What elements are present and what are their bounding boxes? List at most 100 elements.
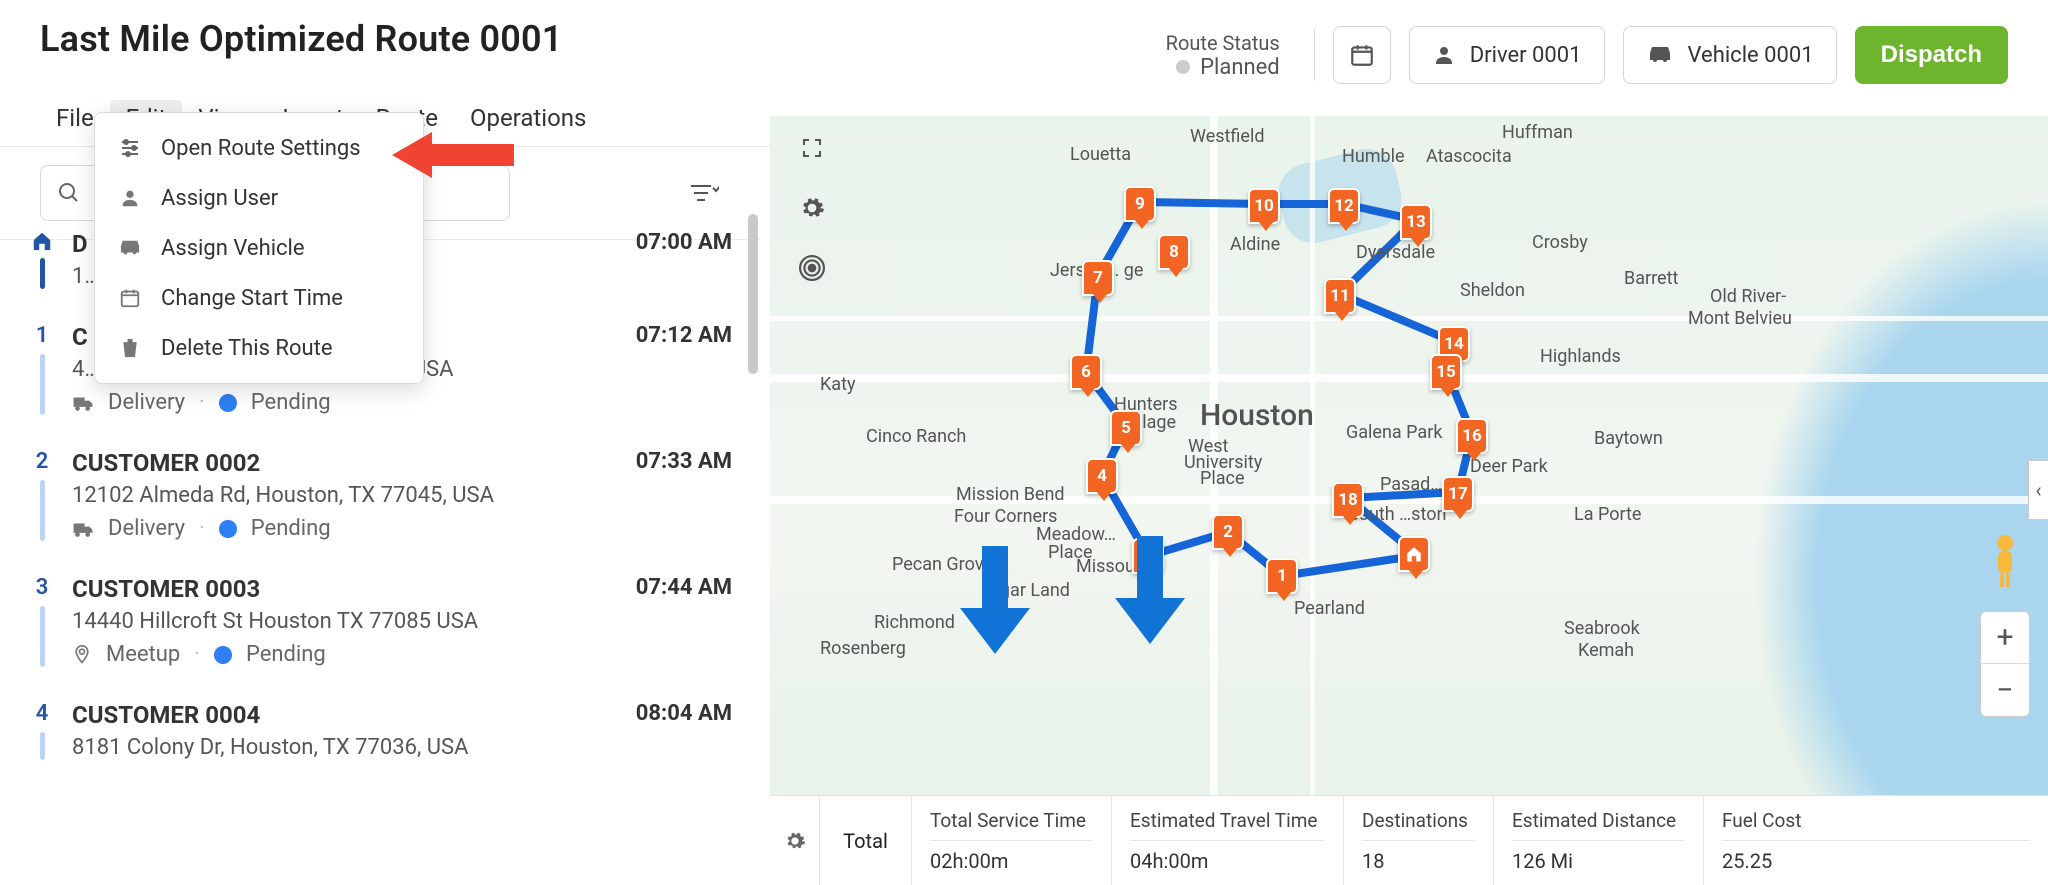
truck-icon (72, 520, 94, 538)
pending-dot-icon (219, 394, 237, 412)
map-marker-8[interactable]: 8 (1158, 234, 1190, 270)
map-marker-11[interactable]: 11 (1324, 278, 1356, 314)
map-label: Katy (820, 374, 856, 395)
stop-name: CUSTOMER 0002 (72, 449, 582, 477)
stop-3[interactable]: 3 CUSTOMER 0003 14440 Hillcroft St Houst… (26, 559, 760, 685)
map-settings-button[interactable] (792, 190, 832, 226)
map-marker-12[interactable]: 12 (1328, 188, 1360, 224)
map-label: Place (1200, 468, 1245, 489)
stop-name: CUSTOMER 0003 (72, 575, 582, 603)
stop-name: CUSTOMER 0004 (72, 701, 582, 729)
route-status-value: Planned (1200, 55, 1280, 80)
fullscreen-button[interactable] (792, 130, 832, 166)
edit-dropdown: Open Route Settings Assign User Assign V… (94, 112, 424, 384)
map-marker-9[interactable]: 9 (1124, 186, 1156, 222)
summary-hd: Destinations (1362, 809, 1475, 841)
driver-select[interactable]: Driver 0001 (1409, 26, 1605, 84)
map-marker-1[interactable]: 1 (1266, 558, 1298, 594)
dd-change-start-time[interactable]: Change Start Time (95, 273, 423, 323)
dd-label: Open Route Settings (161, 136, 361, 161)
stop-number: 1 (36, 323, 49, 348)
summary-total-label: Total (820, 796, 912, 885)
map-marker-4[interactable]: 4 (1086, 458, 1118, 494)
tag-delivery: Delivery (108, 516, 185, 541)
dd-delete-route[interactable]: Delete This Route (95, 323, 423, 373)
pending-dot-icon (214, 646, 232, 664)
map-marker-2[interactable]: 2 (1212, 514, 1244, 550)
vehicle-select[interactable]: Vehicle 0001 (1623, 26, 1837, 84)
vehicle-label: Vehicle 0001 (1688, 43, 1814, 68)
dispatch-button[interactable]: Dispatch (1855, 26, 2008, 84)
scrollbar-thumb[interactable] (748, 214, 758, 374)
user-icon (1432, 43, 1456, 67)
dd-assign-user[interactable]: Assign User (95, 173, 423, 223)
map-label: Mont Belvieu (1688, 308, 1792, 329)
map-marker-10[interactable]: 10 (1248, 188, 1280, 224)
map-marker-17[interactable]: 17 (1442, 476, 1474, 512)
tag-pending: Pending (251, 516, 331, 541)
dd-assign-vehicle[interactable]: Assign Vehicle (95, 223, 423, 273)
stop-time: 07:33 AM (600, 449, 740, 541)
tag-pending: Pending (251, 390, 331, 415)
map-label: Highlands (1540, 346, 1621, 367)
divider (1314, 29, 1315, 81)
summary-val: 04h:00m (1130, 849, 1325, 873)
stop-time: 07:00 AM (600, 230, 740, 289)
map-marker-7[interactable]: 7 (1082, 260, 1114, 296)
stop-addr: 8181 Colony Dr, Houston, TX 77036, USA (72, 735, 582, 760)
map-marker-18[interactable]: 18 (1332, 482, 1364, 518)
zoom-in-button[interactable]: + (1981, 612, 2029, 664)
zoom-out-button[interactable]: − (1981, 664, 2029, 716)
stop-addr: 14440 Hillcroft St Houston TX 77085 USA (72, 609, 582, 634)
summary-hd: Estimated Distance (1512, 809, 1685, 841)
calendar-button[interactable] (1333, 26, 1391, 84)
trash-icon (117, 335, 143, 361)
top-right-controls: Route Status Planned Driver 0001 Vehicle… (1166, 18, 2008, 84)
map-label: La Porte (1574, 504, 1641, 525)
pending-dot-icon (219, 520, 237, 538)
truck-icon (72, 394, 94, 412)
summary-settings-button[interactable] (770, 796, 820, 885)
topbar: Last Mile Optimized Route 0001 Route Sta… (0, 0, 2048, 84)
map-label: Aldine (1230, 234, 1280, 255)
map-marker-16[interactable]: 16 (1456, 418, 1488, 454)
map-label: Barrett (1624, 268, 1678, 289)
locate-button[interactable] (792, 250, 832, 286)
collapse-panel-button[interactable]: ‹ (2028, 460, 2048, 520)
map[interactable]: Houston WestfieldLouettaHuffmanHumbleAta… (770, 116, 2048, 885)
map-label-houston: Houston (1200, 398, 1314, 433)
driver-label: Driver 0001 (1470, 43, 1582, 68)
pin-icon (72, 644, 92, 666)
summary-hd: Total Service Time (930, 809, 1093, 841)
map-label: Westfield (1190, 126, 1264, 147)
map-label: Pearland (1294, 598, 1365, 619)
tag-pending: Pending (246, 642, 326, 667)
dd-label: Assign Vehicle (161, 236, 305, 261)
map-marker-15[interactable]: 15 (1430, 354, 1462, 390)
page-title: Last Mile Optimized Route 0001 (40, 18, 563, 60)
stop-2[interactable]: 2 CUSTOMER 0002 12102 Almeda Rd, Houston… (26, 433, 760, 559)
filter-icon (689, 182, 719, 204)
route-status: Route Status Planned (1166, 31, 1296, 80)
map-marker-6[interactable]: 6 (1070, 354, 1102, 390)
map-marker-13[interactable]: 13 (1400, 204, 1432, 240)
map-marker-5[interactable]: 5 (1110, 410, 1142, 446)
map-label: Richmond (874, 612, 955, 633)
stop-4[interactable]: 4 CUSTOMER 0004 8181 Colony Dr, Houston,… (26, 685, 760, 778)
filter-button[interactable] (678, 167, 730, 219)
marker-home[interactable] (1398, 536, 1430, 572)
map-label: Louetta (1070, 144, 1131, 165)
map-label: Mission Bend (956, 484, 1065, 505)
status-dot-icon (1176, 60, 1190, 74)
stop-time: 07:12 AM (600, 323, 740, 415)
user-icon (117, 185, 143, 211)
dd-label: Delete This Route (161, 336, 333, 361)
calendar-icon (1349, 42, 1375, 68)
dd-open-route-settings[interactable]: Open Route Settings (95, 123, 423, 173)
annotation-blue-arrow-icon (960, 546, 1030, 656)
stop-addr: 12102 Almeda Rd, Houston, TX 77045, USA (72, 483, 582, 508)
route-status-label: Route Status (1166, 31, 1280, 55)
pegman-icon[interactable] (1984, 533, 2026, 589)
stop-number: 2 (36, 449, 49, 474)
map-label: Crosby (1532, 232, 1588, 253)
